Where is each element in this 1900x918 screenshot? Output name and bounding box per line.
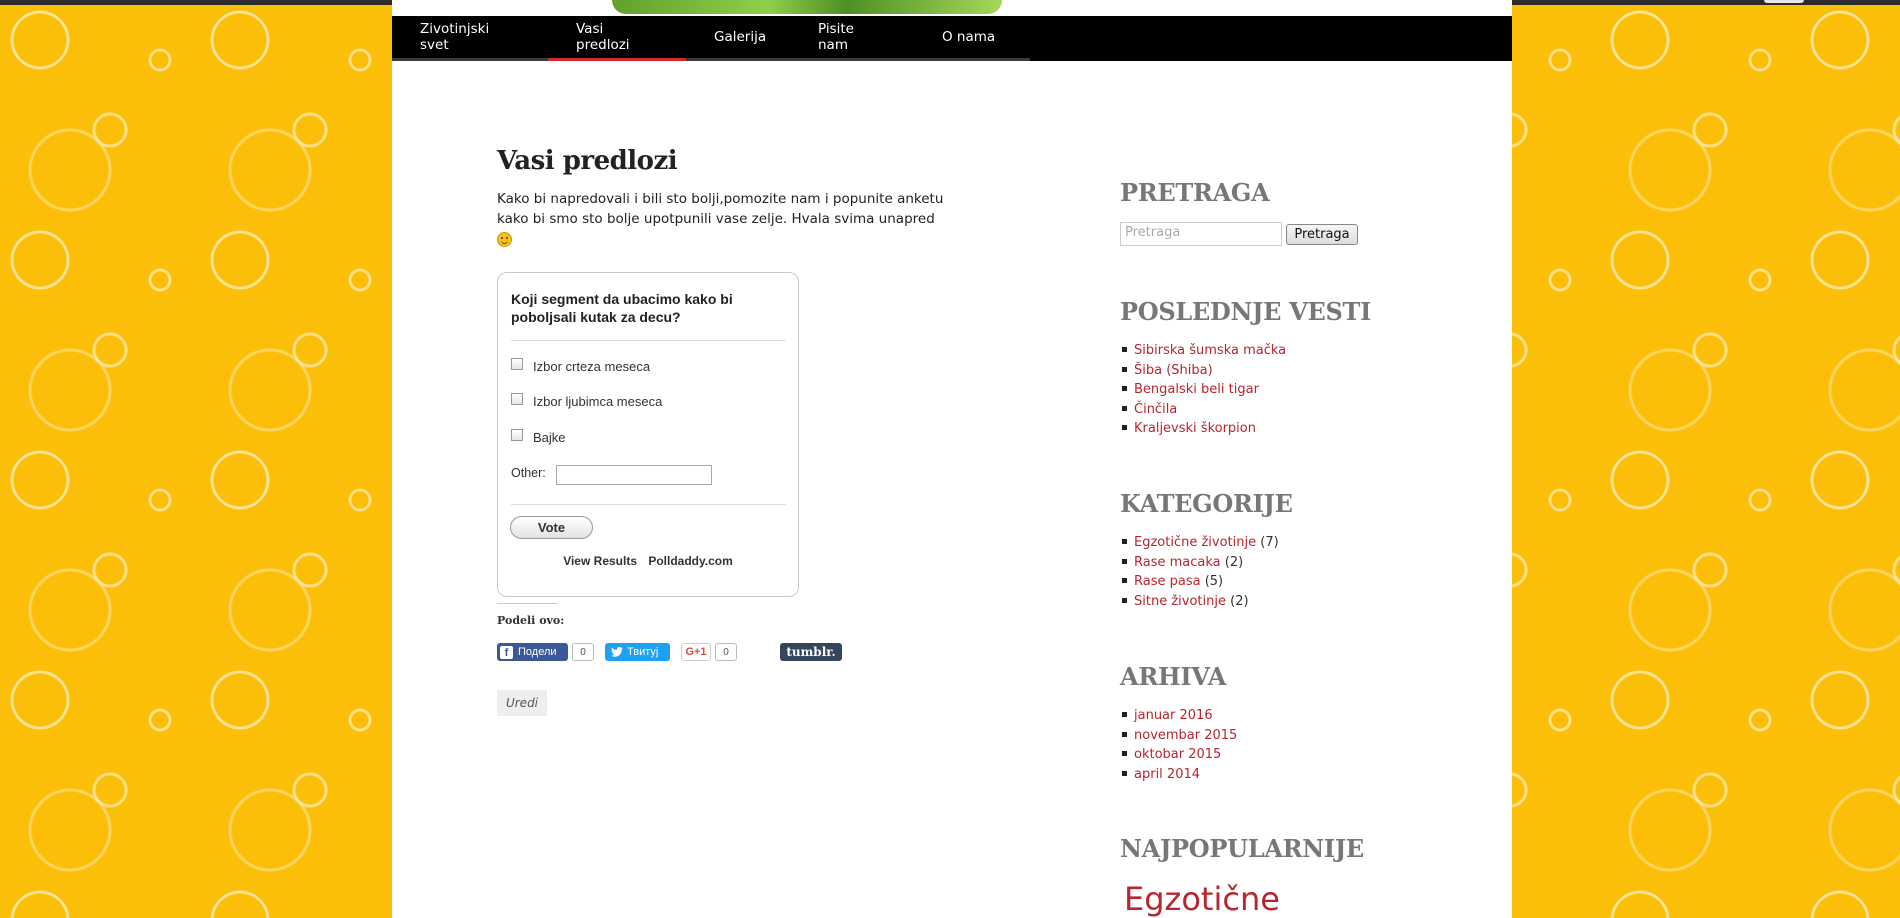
categories-title: KATEGORIJE	[1120, 489, 1293, 518]
category-count: (2)	[1224, 554, 1244, 570]
search-widget-title: PRETRAGA	[1120, 178, 1270, 207]
google-plus-button[interactable]: G+1	[681, 643, 711, 661]
poll-option-label: Izbor ljubimca meseca	[533, 394, 663, 409]
nav-item-vasi-predlozi[interactable]: Vasi predlozi	[548, 16, 686, 61]
checkbox[interactable]	[511, 357, 523, 370]
list-item: Činčila	[1120, 400, 1286, 420]
list-item: novembar 2015	[1120, 726, 1237, 746]
tumblr-share-button[interactable]: tumblr.	[780, 643, 842, 661]
top-right-control[interactable]	[1764, 0, 1804, 3]
recent-post-link[interactable]: Sibirska šumska mačka	[1134, 343, 1286, 358]
archive-link[interactable]: januar 2016	[1134, 708, 1213, 723]
poll-option-3[interactable]: Bajke	[511, 428, 566, 445]
archive-link[interactable]: oktobar 2015	[1134, 747, 1221, 762]
twitter-share-label: Твитуј	[627, 646, 659, 658]
share-label: Podeli ovo:	[497, 614, 565, 627]
category-count: (5)	[1204, 574, 1224, 589]
list-item: Egzotične životinje (7)	[1120, 533, 1279, 553]
main-navigation: Zivotinjski svet Vasi predlozi Galerija …	[392, 16, 1512, 61]
archive-link[interactable]: april 2014	[1134, 767, 1200, 782]
poll-other-label: Other:	[511, 466, 546, 480]
list-item: Rase macaka (2)	[1120, 553, 1279, 573]
category-link[interactable]: Egzotične životinje	[1134, 535, 1256, 550]
share-section: Podeli ovo: f Подели 0 Твитуј G+1 0 tumb…	[497, 603, 947, 661]
popular-title: NAJPOPULARNIJE	[1120, 834, 1364, 863]
intro-text-body: Kako bi napredovali i bili sto bolji,pom…	[497, 191, 944, 227]
poll-other-input[interactable]	[556, 465, 712, 485]
nav-item-pisite-nam[interactable]: Pisite nam	[790, 16, 914, 61]
popular-post-link[interactable]: Egzotične	[1124, 880, 1280, 918]
facebook-share-label: Подели	[518, 646, 557, 658]
facebook-share-button[interactable]: f Подели	[497, 643, 568, 661]
poll-divider	[511, 340, 786, 341]
poll-widget: Koji segment da ubacimo kako bi poboljsa…	[497, 272, 799, 597]
archive-list: januar 2016 novembar 2015 oktobar 2015 a…	[1120, 706, 1237, 784]
category-link[interactable]: Sitne životinje	[1134, 594, 1226, 609]
smiley-icon	[497, 231, 512, 247]
nav-item-galerija[interactable]: Galerija	[686, 16, 790, 61]
poll-option-1[interactable]: Izbor crteza meseca	[511, 357, 651, 374]
facebook-share-count: 0	[572, 643, 594, 661]
list-item: Bengalski beli tigar	[1120, 380, 1286, 400]
page-wrapper: Zivotinjski svet Vasi predlozi Galerija …	[392, 0, 1512, 918]
facebook-icon: f	[500, 645, 513, 659]
list-item: april 2014	[1120, 765, 1237, 785]
archive-link[interactable]: novembar 2015	[1134, 728, 1237, 743]
list-item: Rase pasa (5)	[1120, 572, 1279, 592]
nav-item-zivotinjski-svet[interactable]: Zivotinjski svet	[392, 16, 548, 61]
recent-post-link[interactable]: Bengalski beli tigar	[1134, 382, 1259, 397]
nav-item-o-nama[interactable]: O nama	[914, 16, 1030, 61]
recent-post-link[interactable]: Činčila	[1134, 402, 1177, 417]
search-input[interactable]: Pretraga	[1120, 222, 1282, 246]
search-button[interactable]: Pretraga	[1286, 224, 1358, 245]
share-divider	[497, 603, 558, 604]
list-item: Sibirska šumska mačka	[1120, 341, 1286, 361]
poll-option-label: Izbor crteza meseca	[533, 359, 651, 374]
main-content: Vasi predlozi Kako bi napredovali i bili…	[497, 146, 947, 249]
checkbox[interactable]	[511, 392, 523, 405]
recent-posts-title: POSLEDNJE VESTI	[1120, 297, 1372, 326]
recent-post-link[interactable]: Šiba (Shiba)	[1134, 363, 1213, 378]
checkbox[interactable]	[511, 428, 523, 441]
intro-text: Kako bi napredovali i bili sto bolji,pom…	[497, 190, 947, 249]
poll-question: Koji segment da ubacimo kako bi poboljsa…	[511, 291, 733, 325]
poll-option-label: Bajke	[533, 430, 566, 445]
list-item: januar 2016	[1120, 706, 1237, 726]
poll-option-2[interactable]: Izbor ljubimca meseca	[511, 392, 663, 409]
view-results-link[interactable]: View Results	[563, 554, 637, 568]
twitter-icon	[611, 647, 623, 657]
page-title: Vasi predlozi	[497, 146, 678, 176]
poll-footer: View Results Polldaddy.com	[498, 554, 798, 568]
category-link[interactable]: Rase macaka	[1134, 555, 1221, 570]
polldaddy-link[interactable]: Polldaddy.com	[648, 554, 732, 568]
poll-divider	[511, 504, 786, 505]
recent-post-link[interactable]: Kraljevski škorpion	[1134, 421, 1256, 436]
twitter-share-button[interactable]: Твитуј	[605, 643, 670, 661]
category-count: (7)	[1260, 535, 1279, 550]
header-banner-image	[612, 0, 1002, 14]
categories-list: Egzotične životinje (7) Rase macaka (2) …	[1120, 533, 1279, 611]
recent-posts-list: Sibirska šumska mačka Šiba (Shiba) Benga…	[1120, 341, 1286, 439]
vote-button[interactable]: Vote	[510, 516, 593, 539]
list-item: oktobar 2015	[1120, 745, 1237, 765]
list-item: Kraljevski škorpion	[1120, 419, 1286, 439]
archive-title: ARHIVA	[1120, 662, 1227, 691]
category-count: (2)	[1230, 593, 1249, 609]
category-link[interactable]: Rase pasa	[1134, 574, 1201, 589]
edit-link[interactable]: Uredi	[497, 690, 547, 716]
google-plus-count: 0	[715, 643, 737, 661]
list-item: Šiba (Shiba)	[1120, 361, 1286, 381]
list-item: Sitne životinje (2)	[1120, 592, 1279, 612]
